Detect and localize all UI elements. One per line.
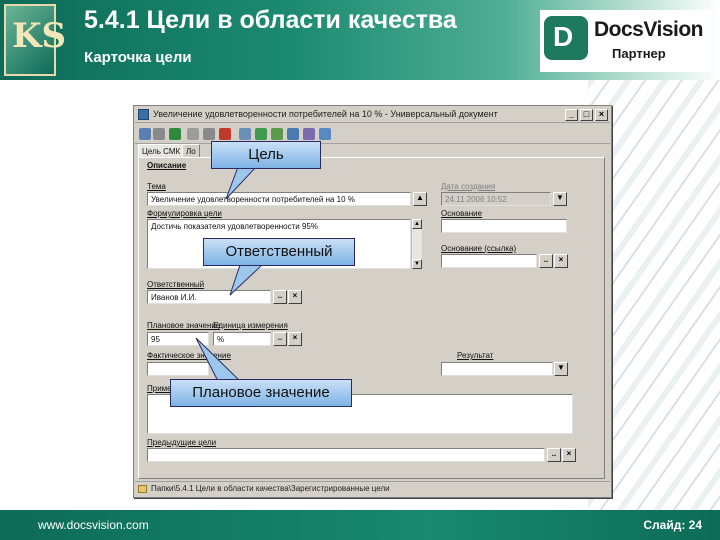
slide-number: Слайд: 24: [643, 518, 702, 532]
footer-bar: www.docsvision.com Слайд: 24: [0, 510, 720, 540]
planned-callout-pointer: [195, 337, 242, 382]
responsible-callout-pointer: [229, 264, 264, 296]
planned-callout: Плановое значение: [170, 379, 352, 407]
website-link[interactable]: www.docsvision.com: [38, 518, 149, 532]
responsible-callout: Ответственный: [203, 238, 355, 266]
slide: KS 5.4.1 Цели в области качества Карточк…: [0, 0, 720, 540]
callout-pointers: [195, 166, 264, 382]
goal-callout-pointer: [225, 166, 258, 200]
goal-callout: Цель: [211, 141, 321, 169]
